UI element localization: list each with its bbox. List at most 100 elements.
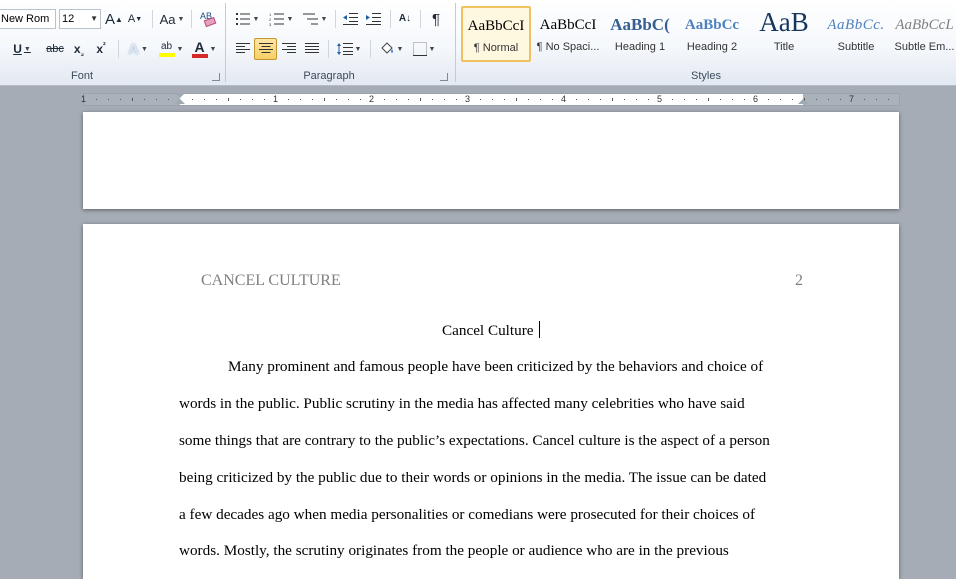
ruler-dot: [384, 99, 385, 100]
document-page-2[interactable]: CANCEL CULTURE 2 Cancel Culture Many pro…: [83, 224, 899, 579]
ruler-number: 3: [465, 94, 471, 104]
ruler-dot: [888, 99, 889, 100]
style-normal[interactable]: AaBbCcI ¶ Normal: [461, 6, 531, 62]
underline-button[interactable]: U ▼: [8, 38, 36, 60]
svg-text:3: 3: [269, 22, 272, 26]
borders-button[interactable]: ▼: [409, 38, 439, 60]
align-right-button[interactable]: [278, 38, 300, 60]
change-case-button[interactable]: Aa ▼: [158, 8, 186, 30]
ruler-number: 5: [657, 94, 663, 104]
shading-button[interactable]: ▼: [376, 38, 406, 60]
separator: [420, 10, 421, 28]
styles-group: AaBbCcI ¶ Normal AaBbCcI ¶ No Spaci... A…: [456, 0, 956, 85]
font-dialog-launcher[interactable]: [212, 73, 220, 81]
style-sample: AaBbCcI: [467, 18, 525, 34]
ruler-dot: [456, 99, 457, 100]
superscript-button[interactable]: x²: [91, 38, 111, 60]
line-spacing-icon: [336, 43, 353, 55]
ruler-dot: [528, 99, 529, 100]
line-spacing-button[interactable]: ▼: [334, 38, 364, 60]
decrease-indent-button[interactable]: [340, 8, 362, 30]
style-name: ¶ Normal: [473, 42, 519, 54]
paragraph-line: a few decades ago when media personaliti…: [179, 506, 756, 523]
decrease-indent-icon: [343, 13, 358, 25]
increase-indent-button[interactable]: [363, 8, 385, 30]
paragraph-line: words in the public. Public scrutiny in …: [179, 395, 745, 412]
font-size-combo[interactable]: 12 ▼: [59, 9, 101, 29]
ruler-dot: [288, 99, 289, 100]
clear-formatting-button[interactable]: AB: [197, 7, 219, 29]
separator: [328, 40, 329, 58]
ruler-number: 7: [849, 94, 855, 104]
style-no-spacing[interactable]: AaBbCcI ¶ No Spaci...: [533, 6, 603, 62]
document-page-1[interactable]: [83, 112, 899, 209]
first-line-indent-marker[interactable]: [175, 93, 185, 98]
ruler-dot: [204, 99, 205, 100]
font-name-value: New Rom: [1, 13, 50, 25]
style-sample: AaBbC(: [610, 15, 670, 34]
ruler-tick: [324, 98, 325, 101]
text-effects-button[interactable]: A ▼: [124, 38, 152, 60]
sort-button[interactable]: A↓: [394, 7, 416, 29]
show-formatting-button[interactable]: ¶: [426, 8, 446, 30]
style-title[interactable]: AaB Title: [749, 6, 819, 62]
ruler-number: 1: [81, 94, 87, 104]
font-name-combo[interactable]: New Rom: [0, 9, 56, 29]
style-subtle-emphasis[interactable]: AaBbCcL Subtle Em...: [893, 6, 956, 62]
paragraph-group: ▼ 1 2 3 ▼ ▼ A↓ ¶ ▼ ▼ ▼ Paragraph: [226, 0, 454, 85]
ruler-dot: [216, 99, 217, 100]
ruler-dot: [876, 99, 877, 100]
paragraph-dialog-launcher[interactable]: [440, 73, 448, 81]
running-head: CANCEL CULTURE: [201, 272, 341, 289]
ruler-dot: [348, 99, 349, 100]
highlight-button[interactable]: ab ▼: [155, 38, 187, 60]
align-left-button[interactable]: [232, 38, 254, 60]
justify-button[interactable]: [301, 38, 323, 60]
ruler-dot: [684, 99, 685, 100]
ruler-dot: [744, 99, 745, 100]
shrink-font-button[interactable]: A ▼: [126, 8, 144, 30]
strikethrough-button[interactable]: abc: [42, 38, 68, 60]
hanging-indent-marker[interactable]: [175, 99, 185, 104]
ruler-dot: [816, 99, 817, 100]
change-case-icon: Aa: [159, 11, 176, 27]
separator: [152, 10, 153, 28]
separator: [191, 10, 192, 28]
ruler-dot: [120, 99, 121, 100]
subscript-button[interactable]: x₂: [69, 38, 89, 60]
document-title-line: Cancel Culture: [83, 321, 899, 340]
align-left-icon: [236, 43, 250, 53]
style-name: Heading 2: [686, 41, 738, 53]
multilevel-list-button[interactable]: ▼: [300, 8, 330, 30]
font-color-button[interactable]: A ▼: [189, 38, 219, 60]
ruler-dot: [792, 99, 793, 100]
ruler-dot: [576, 99, 577, 100]
ruler-dot: [504, 99, 505, 100]
font-color-glyph: A: [194, 38, 205, 55]
text-cursor: [538, 321, 541, 338]
paragraph-line: being criticized by the public due to th…: [179, 469, 767, 486]
paragraph-group-label: Paragraph: [303, 70, 355, 82]
grow-font-button[interactable]: A ▲: [104, 8, 124, 30]
ruler-dot: [552, 99, 553, 100]
ruler-tick: [420, 98, 421, 101]
ruler-dot: [144, 99, 145, 100]
numbering-button[interactable]: 1 2 3 ▼: [266, 8, 296, 30]
font-group: New Rom 12 ▼ A ▲ A ▼ Aa ▼ AB U ▼ abc x ₂…: [0, 0, 224, 85]
ruler-dot: [252, 99, 253, 100]
style-subtitle[interactable]: AaBbCc. Subtitle: [821, 6, 891, 62]
justify-icon: [305, 43, 319, 53]
horizontal-ruler[interactable]: 1 1 2 3 4 5 6 7: [81, 93, 900, 106]
highlight-icon: ab: [158, 41, 175, 57]
text-effects-icon: A: [128, 40, 139, 58]
bullets-button[interactable]: ▼: [232, 8, 262, 30]
multilevel-list-icon: [302, 13, 318, 25]
ruler-number: 2: [369, 94, 375, 104]
right-indent-marker[interactable]: [798, 99, 808, 104]
style-heading-1[interactable]: AaBbC( Heading 1: [605, 6, 675, 62]
style-sample: AaBbCcL: [895, 17, 954, 33]
ruler-number: 1: [273, 94, 279, 104]
align-center-button[interactable]: [254, 38, 277, 60]
style-heading-2[interactable]: AaBbCc Heading 2: [677, 6, 747, 62]
separator: [390, 10, 391, 28]
